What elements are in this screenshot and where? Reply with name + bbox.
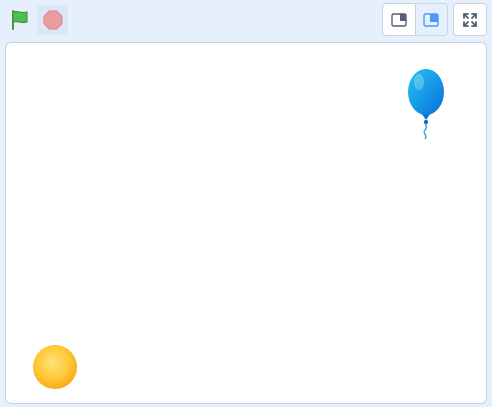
fullscreen-icon xyxy=(463,12,477,27)
small-stage-button[interactable] xyxy=(383,4,415,35)
large-stage-icon xyxy=(423,12,439,27)
small-stage-icon xyxy=(391,12,407,27)
ball-sprite[interactable] xyxy=(32,344,78,390)
balloon-sprite[interactable] xyxy=(406,69,446,141)
fullscreen-button[interactable] xyxy=(453,3,487,36)
stage-canvas[interactable] xyxy=(5,42,487,404)
green-flag-button[interactable] xyxy=(5,5,35,35)
green-flag-icon xyxy=(12,10,28,30)
stage-size-toggle xyxy=(382,3,448,36)
large-stage-button[interactable] xyxy=(414,4,447,35)
stop-icon xyxy=(43,10,62,30)
stop-button[interactable] xyxy=(37,5,68,35)
stage-header xyxy=(0,0,492,40)
